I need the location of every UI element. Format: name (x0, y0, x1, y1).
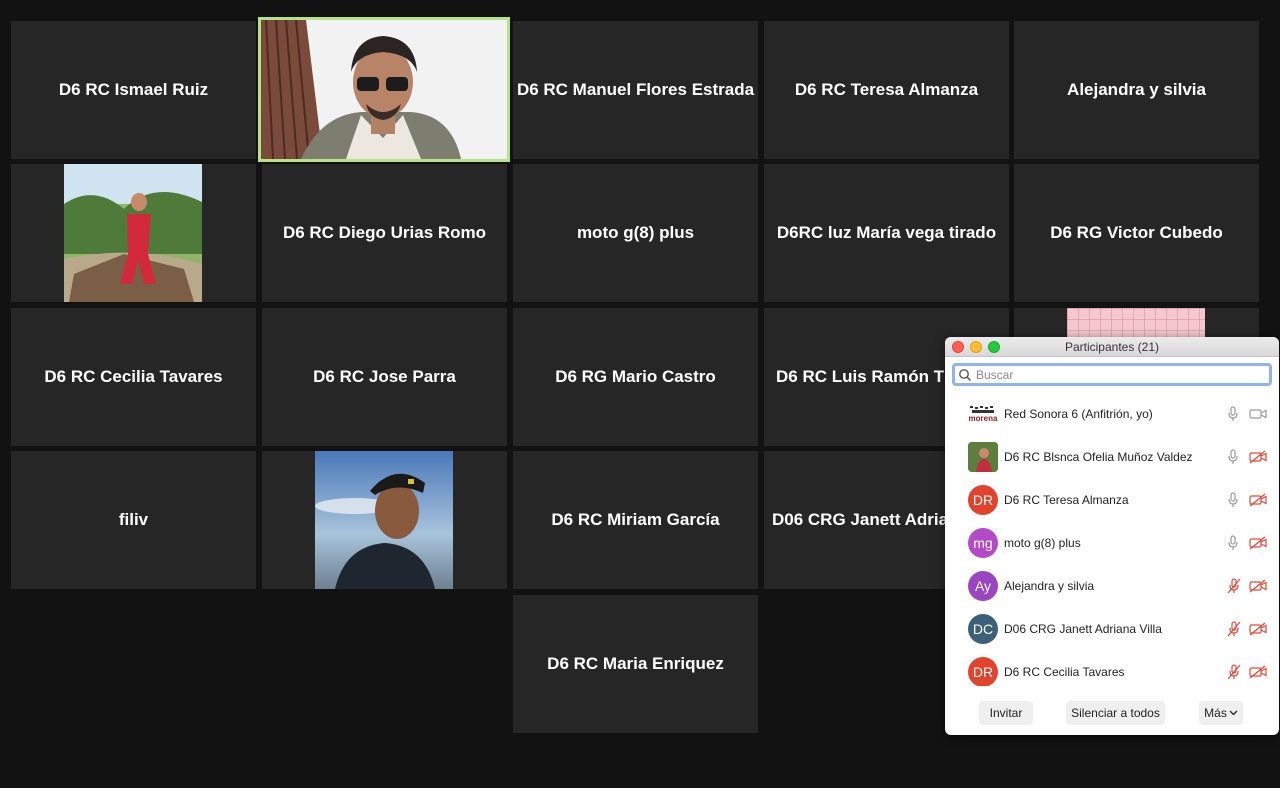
participant-name: D6 RC Luis Ramón Th (776, 367, 955, 386)
more-button-label: Más (1204, 706, 1227, 720)
participant-row[interactable]: Ay Alejandra y silvia (945, 564, 1279, 607)
video-tile-active-speaker[interactable] (258, 17, 510, 162)
avatar-photo (968, 441, 998, 472)
participant-row[interactable]: mg moto g(8) plus (945, 521, 1279, 564)
video-off-icon[interactable] (1249, 449, 1267, 464)
participant-name: filiv (118, 510, 149, 529)
video-off-icon[interactable] (1249, 664, 1267, 679)
video-tile[interactable]: D6 RC Manuel Flores Estrada (513, 21, 758, 159)
mic-icon[interactable] (1227, 534, 1239, 551)
participant-row[interactable]: DR D6 RC Teresa Almanza (945, 478, 1279, 521)
chevron-down-icon (1229, 710, 1238, 716)
search-box[interactable] (952, 363, 1272, 386)
invite-button[interactable]: Invitar (979, 701, 1033, 725)
participant-name: D6 RC Cecilia Tavares (44, 367, 223, 386)
participant-name: D6RC luz María vega tirado (776, 223, 997, 242)
participant-name: D6 RC Cecilia Tavares (1004, 664, 1125, 679)
participant-name: D06 CRG Janett Adriana Villa (1004, 621, 1162, 636)
mic-muted-icon[interactable] (1227, 577, 1241, 594)
participant-photo (315, 451, 453, 589)
avatar: morena (968, 398, 998, 429)
participant-name: D6 RC Blsnca Ofelia Muñoz Valdez (1004, 449, 1193, 464)
participant-name: D6 RC Teresa Almanza (794, 80, 979, 99)
avatar: DR (968, 656, 998, 686)
participant-row[interactable]: morena Red Sonora 6 (Anfitrión, yo) (945, 392, 1279, 435)
video-off-icon[interactable] (1249, 578, 1267, 593)
video-tile[interactable]: D6 RG Victor Cubedo (1014, 164, 1259, 302)
avatar (968, 441, 998, 472)
avatar: Ay (968, 570, 998, 601)
participant-name: Red Sonora 6 (Anfitrión, yo) (1004, 406, 1153, 421)
participant-name: moto g(8) plus (576, 223, 695, 242)
mic-icon[interactable] (1227, 448, 1239, 465)
video-tile[interactable] (262, 451, 507, 589)
video-tile[interactable]: D6 RC Jose Parra (262, 308, 507, 446)
participant-name: D6 RC Jose Parra (313, 367, 456, 386)
search-input[interactable] (976, 367, 1256, 382)
participant-photo (64, 164, 202, 302)
participant-name: D06 CRG Janett Adria (772, 510, 949, 529)
participant-name: D6 RC Maria Enriquez (547, 654, 724, 673)
mic-muted-icon[interactable] (1227, 663, 1241, 680)
morena-logo: morena (969, 405, 998, 423)
participant-name: moto g(8) plus (1004, 535, 1081, 550)
video-tile[interactable]: D6 RC Teresa Almanza (764, 21, 1009, 159)
invite-button-label: Invitar (989, 706, 1023, 720)
participant-name: D6 RC Manuel Flores Estrada (516, 80, 755, 99)
panel-title: Participantes (21) (1064, 340, 1160, 354)
avatar: DC (968, 613, 998, 644)
participant-name: D6 RC Diego Urias Romo (282, 223, 487, 242)
panel-footer: Invitar Silenciar a todos Más (945, 689, 1279, 735)
participant-name: D6 RC Teresa Almanza (1004, 492, 1129, 507)
participant-video (261, 20, 507, 159)
participant-name: D6 RC Ismael Ruiz (58, 80, 209, 99)
video-tile[interactable]: D6 RC Ismael Ruiz (11, 21, 256, 159)
participants-panel: Participantes (21) morena Red Sonora 6 (… (945, 337, 1279, 735)
video-tile[interactable]: moto g(8) plus (513, 164, 758, 302)
mute-all-button[interactable]: Silenciar a todos (1066, 701, 1165, 725)
avatar: DR (968, 484, 998, 515)
participant-row[interactable]: DC D06 CRG Janett Adriana Villa (945, 607, 1279, 650)
participant-row[interactable]: DR D6 RC Cecilia Tavares (945, 650, 1279, 686)
video-icon[interactable] (1249, 408, 1267, 420)
participants-list: morena Red Sonora 6 (Anfitrión, yo) D6 R… (945, 392, 1279, 686)
participant-name: Alejandra y silvia (1004, 578, 1095, 593)
avatar: mg (968, 527, 998, 558)
video-tile[interactable]: D6 RC Maria Enriquez (513, 595, 758, 733)
participant-row[interactable]: D6 RC Blsnca Ofelia Muñoz Valdez (945, 435, 1279, 478)
video-tile[interactable]: D6 RC Cecilia Tavares (11, 308, 256, 446)
participant-name: D6 RG Victor Cubedo (1050, 223, 1223, 242)
video-tile[interactable]: D6RC luz María vega tirado (764, 164, 1009, 302)
search-icon (959, 368, 972, 381)
zoom-gallery-view: D6 RC Ismael Ruiz D6 RC Manuel Flores Es… (0, 0, 1280, 788)
mic-muted-icon[interactable] (1227, 620, 1241, 637)
svg-text:morena: morena (969, 414, 998, 423)
video-tile[interactable]: D6 RC Diego Urias Romo (262, 164, 507, 302)
video-tile[interactable]: filiv (11, 451, 256, 589)
video-tile[interactable]: D6 RG Mario Castro (513, 308, 758, 446)
panel-titlebar[interactable]: Participantes (21) (945, 337, 1279, 357)
video-off-icon[interactable] (1249, 535, 1267, 550)
video-tile[interactable] (11, 164, 256, 302)
mic-icon[interactable] (1227, 491, 1239, 508)
participant-name: D6 RG Mario Castro (555, 367, 716, 386)
video-tile[interactable]: Alejandra y silvia (1014, 21, 1259, 159)
participant-name: D6 RC Miriam García (551, 510, 720, 529)
more-button[interactable]: Más (1199, 701, 1243, 725)
participant-name: Alejandra y silvia (1067, 80, 1206, 99)
video-off-icon[interactable] (1249, 492, 1267, 507)
mute-all-button-label: Silenciar a todos (1071, 706, 1160, 720)
mic-icon[interactable] (1227, 405, 1239, 422)
video-off-icon[interactable] (1249, 621, 1267, 636)
video-tile[interactable]: D6 RC Miriam García (513, 451, 758, 589)
